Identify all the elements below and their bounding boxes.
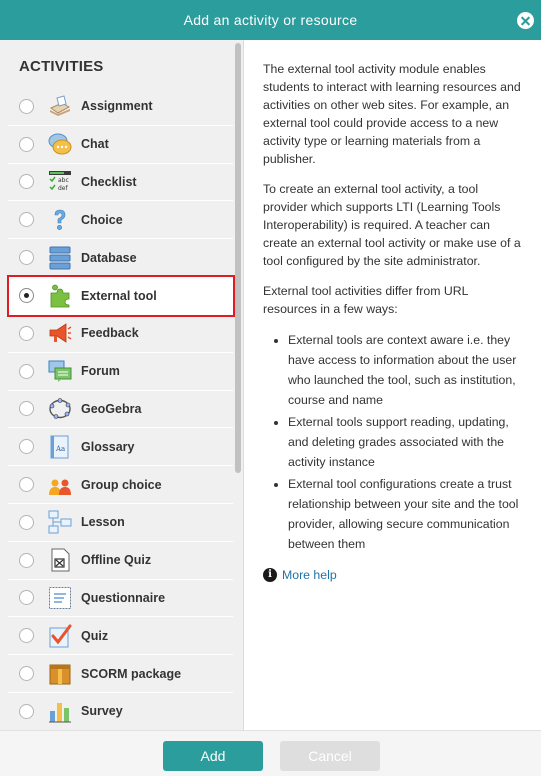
radio-button[interactable] xyxy=(19,174,34,190)
activity-option-choice[interactable]: Choice xyxy=(8,201,234,240)
section-title: ACTIVITIES xyxy=(19,58,104,75)
activity-label: Questionnaire xyxy=(81,590,166,605)
radio-button[interactable] xyxy=(19,590,34,606)
feedback-icon xyxy=(49,323,72,344)
help-bullet-list: External tools are context aware i.e. th… xyxy=(263,330,523,554)
radio-button[interactable] xyxy=(19,628,34,644)
database-icon xyxy=(49,246,71,270)
help-bullet: External tool configurations create a tr… xyxy=(288,474,523,554)
cancel-button[interactable]: Cancel xyxy=(280,741,380,771)
activity-label: Lesson xyxy=(81,515,125,530)
activity-option-chat[interactable]: Chat xyxy=(8,126,234,164)
activity-option-lesson[interactable]: Lesson xyxy=(8,504,234,542)
glossary-icon: Aa xyxy=(50,435,69,459)
activity-label: Glossary xyxy=(81,439,135,454)
offline-quiz-icon xyxy=(51,548,70,572)
scorm-package-icon xyxy=(49,664,71,685)
group-choice-icon xyxy=(49,479,71,495)
radio-button[interactable] xyxy=(19,325,34,341)
dialog-titlebar: Add an activity or resource xyxy=(0,0,541,40)
radio-button[interactable] xyxy=(19,212,34,228)
activity-label: Forum xyxy=(81,364,120,379)
forum-icon xyxy=(48,360,72,383)
radio-button[interactable] xyxy=(19,363,34,379)
radio-button[interactable] xyxy=(19,98,34,114)
assignment-icon xyxy=(50,95,71,117)
activity-option-forum[interactable]: Forum xyxy=(8,353,234,391)
activity-label: Chat xyxy=(81,137,109,152)
activity-option-scorm-package[interactable]: SCORM package xyxy=(8,655,234,693)
svg-text:Aa: Aa xyxy=(55,445,65,453)
radio-button[interactable] xyxy=(19,666,34,682)
geogebra-icon xyxy=(49,398,71,419)
activity-label: External tool xyxy=(81,288,157,303)
svg-text:abc: abc xyxy=(58,177,69,184)
radio-button[interactable] xyxy=(19,477,34,493)
activity-label: SCORM package xyxy=(81,666,182,681)
list-scrollbar[interactable] xyxy=(233,40,243,730)
quiz-icon xyxy=(49,624,72,648)
activity-option-glossary[interactable]: Aa Glossary xyxy=(8,428,234,467)
module-help-pane: The external tool activity module enable… xyxy=(245,40,541,730)
activity-option-assignment[interactable]: Assignment xyxy=(8,88,234,126)
activity-option-quiz[interactable]: Quiz xyxy=(8,617,234,656)
help-paragraph: External tool activities differ from URL… xyxy=(263,284,469,316)
close-icon[interactable] xyxy=(517,12,534,29)
activity-label: Choice xyxy=(81,212,123,227)
add-button[interactable]: Add xyxy=(163,741,263,771)
activity-label: Group choice xyxy=(81,477,162,492)
activity-option-external-tool[interactable]: External tool xyxy=(7,274,235,317)
help-bullet: External tools are context aware i.e. th… xyxy=(288,330,523,410)
activity-option-survey[interactable]: Survey xyxy=(8,693,234,730)
choice-icon xyxy=(54,209,66,230)
activity-label: Checklist xyxy=(81,174,137,189)
lesson-icon xyxy=(48,510,72,534)
scrollbar-thumb[interactable] xyxy=(235,43,241,473)
activity-option-database[interactable]: Database xyxy=(8,239,234,277)
svg-text:def: def xyxy=(58,185,69,192)
chat-icon xyxy=(48,133,72,155)
radio-button[interactable] xyxy=(19,250,34,266)
questionnaire-icon xyxy=(49,586,71,609)
activity-label: Assignment xyxy=(81,99,153,114)
activity-option-offline-quiz[interactable]: Offline Quiz xyxy=(8,542,234,580)
more-help-link[interactable]: More help xyxy=(282,566,337,584)
dialog-title: Add an activity or resource xyxy=(183,12,358,28)
activity-option-group-choice[interactable]: Group choice xyxy=(8,466,234,504)
activity-option-questionnaire[interactable]: Questionnaire xyxy=(8,580,234,618)
activity-option-checklist[interactable]: abc def Checklist xyxy=(8,164,234,202)
checklist-icon: abc def xyxy=(49,170,71,192)
radio-button[interactable] xyxy=(19,703,34,719)
activity-chooser-list-pane[interactable]: ACTIVITIES Assignment Chat abc def Check… xyxy=(0,40,244,730)
survey-icon xyxy=(49,703,71,723)
help-paragraph: The external tool activity module enable… xyxy=(263,62,521,166)
info-icon: i xyxy=(263,568,277,582)
activity-label: GeoGebra xyxy=(81,401,142,416)
dialog-footer: Add Cancel xyxy=(0,730,541,776)
external-tool-icon xyxy=(50,284,70,308)
radio-button[interactable] xyxy=(19,514,34,530)
more-help: i More help xyxy=(263,566,523,584)
activity-label: Feedback xyxy=(81,326,139,341)
activity-option-feedback[interactable]: Feedback xyxy=(8,315,234,353)
radio-button[interactable] xyxy=(19,136,34,152)
activity-label: Database xyxy=(81,250,137,265)
activity-option-geogebra[interactable]: GeoGebra xyxy=(8,391,234,429)
radio-button[interactable] xyxy=(19,439,34,455)
activity-label: Quiz xyxy=(81,628,109,643)
help-bullet: External tools support reading, updating… xyxy=(288,412,523,472)
help-paragraph: To create an external tool activity, a t… xyxy=(263,182,521,268)
radio-button[interactable] xyxy=(19,401,34,417)
radio-button[interactable] xyxy=(19,552,34,568)
radio-button-checked[interactable] xyxy=(19,288,34,304)
activity-label: Offline Quiz xyxy=(81,553,152,568)
activity-label: Survey xyxy=(81,704,123,719)
activity-list: Assignment Chat abc def Checklist Choice… xyxy=(0,88,235,730)
